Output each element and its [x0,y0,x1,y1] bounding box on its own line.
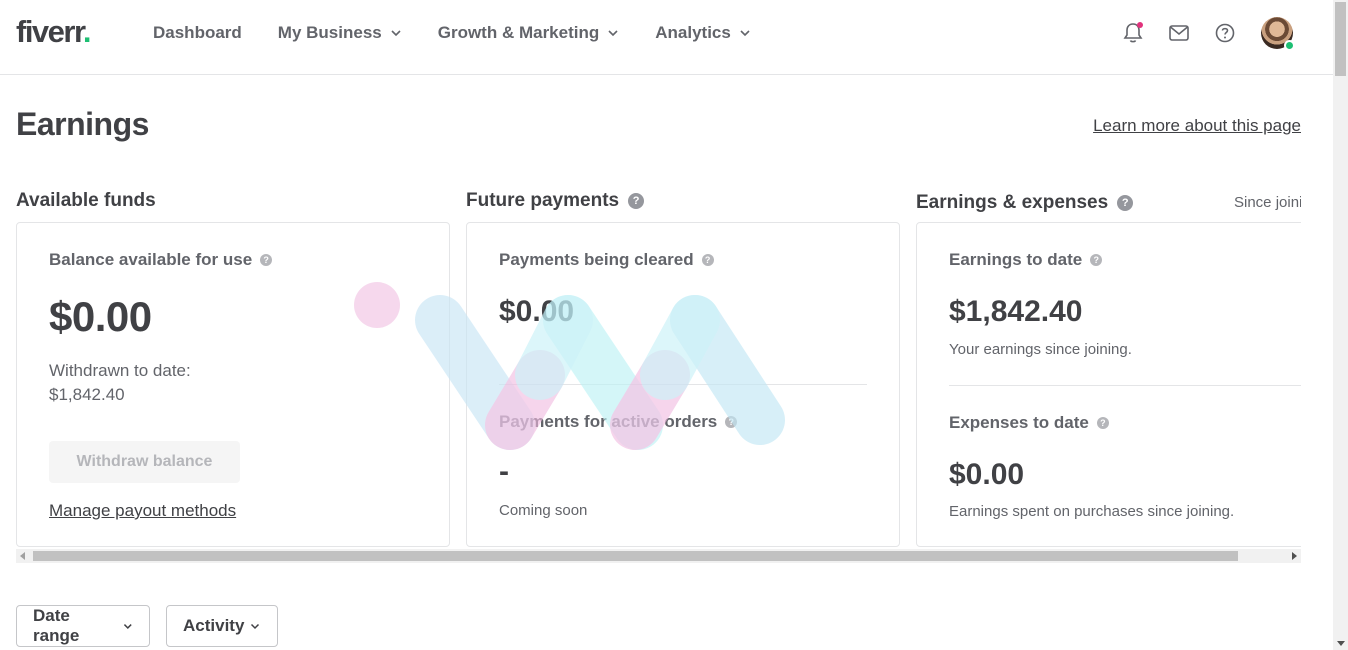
nav-my-business-label: My Business [277,23,382,42]
balance-label-text: Balance available for use [49,250,253,269]
vertical-scrollbar[interactable] [1333,0,1348,650]
help-icon [1215,23,1235,43]
withdrawn-value: $1,842.40 [49,385,125,404]
expenses-label-text: Expenses to date [949,413,1089,432]
chevron-down-icon [608,30,618,37]
nav-growth-marketing[interactable]: Growth & Marketing [438,22,620,44]
chevron-down-icon [251,623,260,630]
main-nav: Dashboard My Business Growth & Marketing… [153,22,787,44]
scroll-left-arrow-icon[interactable] [20,552,25,560]
active-orders-value: - [499,455,509,488]
active-orders-note: Coming soon [499,502,588,519]
active-orders-label: Payments for active orders ? [499,412,738,432]
help-icon[interactable]: ? [701,254,714,266]
chevron-down-icon [124,624,133,629]
scrollbar-thumb[interactable] [1335,2,1346,76]
nav-my-business[interactable]: My Business [278,22,402,44]
activity-label: Activity [183,616,245,635]
scroll-down-arrow-icon[interactable] [1337,641,1345,646]
balance-value: $0.00 [49,293,152,340]
earnings-note: Your earnings since joining. [949,341,1132,358]
messages-button[interactable] [1167,21,1191,45]
cleared-value: $0.00 [499,295,575,328]
earnings-card-viewport: Earnings to date ? $1,842.40 Your earnin… [916,222,1301,547]
fiverr-logo[interactable]: fiverr. [16,14,91,50]
help-icon[interactable]: ? [1090,254,1103,266]
notifications-button[interactable] [1121,21,1145,45]
divider [949,385,1301,386]
envelope-icon [1169,25,1189,41]
expenses-label: Expenses to date ? [949,413,1109,433]
future-payments-card: Payments being cleared ? $0.00 Payments … [466,222,900,547]
earnings-label: Earnings to date ? [949,250,1103,270]
notification-dot [1137,22,1143,28]
available-funds-card: Balance available for use ? $0.00 Withdr… [16,222,450,547]
date-range-label: Date range [33,606,80,645]
manage-payout-methods-link[interactable]: Manage payout methods [49,501,236,521]
learn-more-link[interactable]: Learn more about this page [1093,116,1301,136]
withdraw-balance-button[interactable]: Withdraw balance [49,441,240,483]
date-range-dropdown[interactable]: Date range [16,605,150,647]
expenses-note: Earnings spent on purchases since joinin… [949,503,1235,520]
earnings-expenses-title: Earnings & expenses ? [916,192,1134,214]
chevron-down-icon [391,30,401,37]
future-payments-title-text: Future payments [466,190,620,211]
nav-dashboard[interactable]: Dashboard [153,22,242,44]
earnings-value: $1,842.40 [949,295,1083,328]
expenses-value: $0.00 [949,458,1025,491]
help-icon[interactable]: ? [1117,195,1134,211]
future-payments-title: Future payments ? [466,190,645,212]
available-funds-title: Available funds [16,190,156,212]
horizontal-scrollbar[interactable] [16,549,1301,563]
nav-analytics-label: Analytics [655,23,731,42]
header-icons [1099,17,1295,51]
withdrawn-label: Withdrawn to date: [49,361,191,380]
help-button[interactable] [1213,21,1237,45]
help-icon[interactable]: ? [1096,417,1109,429]
cleared-label: Payments being cleared ? [499,250,714,270]
scrollbar-thumb[interactable] [33,551,1238,561]
scroll-right-arrow-icon[interactable] [1292,552,1297,560]
help-icon[interactable]: ? [628,193,645,209]
active-orders-label-text: Payments for active orders [499,412,718,431]
activity-dropdown[interactable]: Activity [166,605,278,647]
nav-analytics[interactable]: Analytics [655,22,751,44]
earnings-label-text: Earnings to date [949,250,1083,269]
user-avatar[interactable] [1261,17,1295,51]
since-joining-filter[interactable]: Since joining [1234,194,1301,211]
page-title: Earnings [16,106,149,142]
cleared-label-text: Payments being cleared [499,250,694,269]
chevron-down-icon [740,30,750,37]
help-icon[interactable]: ? [260,254,273,266]
online-status-dot [1284,40,1295,51]
help-icon[interactable]: ? [725,416,738,428]
earnings-expenses-title-text: Earnings & expenses [916,192,1109,213]
top-header: fiverr. Dashboard My Business Growth & M… [0,0,1333,75]
balance-label: Balance available for use ? [49,250,273,270]
nav-dashboard-label: Dashboard [153,23,242,42]
divider [499,384,867,385]
earnings-expenses-card: Earnings to date ? $1,842.40 Your earnin… [916,222,1301,547]
nav-growth-marketing-label: Growth & Marketing [437,23,600,42]
available-funds-title-text: Available funds [16,190,156,211]
